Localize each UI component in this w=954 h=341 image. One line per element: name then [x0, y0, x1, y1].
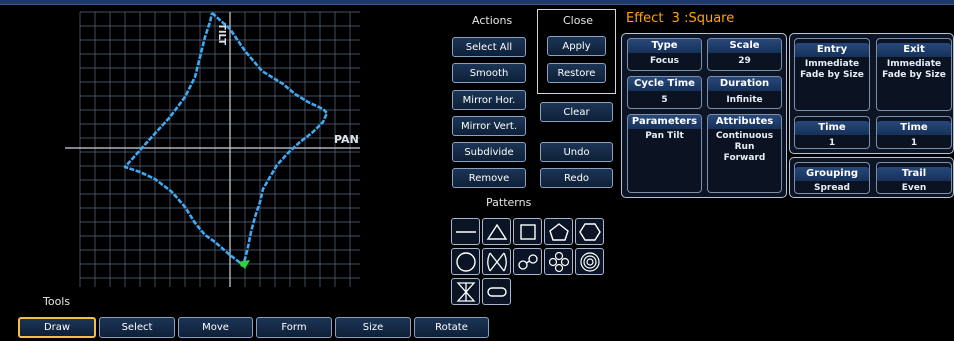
- entry-time-label: Time: [795, 121, 869, 135]
- form-tool-button[interactable]: Form: [256, 317, 332, 338]
- close-heading: Close: [563, 14, 593, 27]
- pan-axis-label: PAN: [334, 133, 359, 146]
- scale-cell[interactable]: Scale 29: [707, 38, 782, 71]
- exit-time-value: 1: [910, 138, 918, 148]
- cycle-time-label: Cycle Time: [628, 77, 701, 91]
- attributes-value-forward: Forward: [723, 153, 766, 163]
- entry-cell[interactable]: Entry Immediate Fade by Size: [794, 38, 870, 111]
- clear-button[interactable]: Clear: [540, 102, 613, 122]
- subdivide-button[interactable]: Subdivide: [452, 142, 526, 162]
- effect-title: Effect 3 :Square: [626, 11, 735, 26]
- entry-line2: Fade by Size: [800, 70, 864, 80]
- exit-cell[interactable]: Exit Immediate Fade by Size: [876, 38, 952, 111]
- remove-button[interactable]: Remove: [452, 168, 526, 188]
- parameters-cell[interactable]: Parameters Pan Tilt: [627, 114, 702, 193]
- select-all-button[interactable]: Select All: [452, 37, 526, 57]
- trail-value: Even: [901, 183, 927, 193]
- grouping-label: Grouping: [795, 167, 869, 181]
- attributes-cell[interactable]: Attributes Continuous Run Forward: [707, 114, 782, 193]
- parameters-label: Parameters: [628, 115, 701, 129]
- duration-value: Infinite: [726, 95, 763, 105]
- trail-cell[interactable]: Trail Even: [876, 162, 952, 194]
- exit-line2: Fade by Size: [882, 70, 946, 80]
- grouping-value: Spread: [814, 183, 850, 193]
- redo-button[interactable]: Redo: [540, 168, 613, 188]
- exit-time-cell[interactable]: Time 1: [876, 116, 952, 149]
- bow-tie-pattern-icon[interactable]: [513, 248, 542, 275]
- attributes-value-run: Run: [734, 142, 755, 152]
- type-value: Focus: [649, 56, 680, 66]
- hourglass-pattern-icon[interactable]: [451, 278, 480, 305]
- patterns-heading: Patterns: [486, 196, 532, 209]
- size-tool-button[interactable]: Size: [335, 317, 411, 338]
- actions-heading: Actions: [472, 14, 513, 27]
- trail-label: Trail: [877, 167, 951, 181]
- duration-cell[interactable]: Duration Infinite: [707, 76, 782, 109]
- circle-pattern-icon[interactable]: [451, 248, 480, 275]
- draw-tool-button[interactable]: Draw: [18, 317, 96, 338]
- attributes-value-continuous: Continuous: [715, 131, 774, 141]
- undo-button[interactable]: Undo: [540, 142, 613, 162]
- smooth-button[interactable]: Smooth: [452, 63, 526, 83]
- entry-time-value: 1: [828, 138, 836, 148]
- exit-time-label: Time: [877, 121, 951, 135]
- triangle-pattern-icon[interactable]: [482, 218, 511, 245]
- hexagon-pattern-icon[interactable]: [575, 218, 604, 245]
- select-tool-button[interactable]: Select: [99, 317, 175, 338]
- top-accent-line: [0, 4, 954, 5]
- entry-line1: Immediate: [804, 59, 860, 69]
- pentagon-pattern-icon[interactable]: [544, 218, 573, 245]
- apply-button[interactable]: Apply: [547, 36, 606, 56]
- entry-time-cell[interactable]: Time 1: [794, 116, 870, 149]
- exit-label: Exit: [877, 43, 951, 57]
- square-pattern-icon[interactable]: [513, 218, 542, 245]
- mirror-horizontal-button[interactable]: Mirror Hor.: [452, 90, 526, 110]
- scale-label: Scale: [708, 39, 781, 53]
- restore-button[interactable]: Restore: [547, 63, 606, 83]
- effect-drawing-canvas[interactable]: PAN TILT: [55, 7, 415, 292]
- four-leaf-pattern-icon[interactable]: [544, 248, 573, 275]
- duration-label: Duration: [708, 77, 781, 91]
- cycle-time-cell[interactable]: Cycle Time 5: [627, 76, 702, 109]
- tools-heading: Tools: [43, 295, 71, 308]
- type-label: Type: [628, 39, 701, 53]
- attributes-label: Attributes: [708, 115, 781, 129]
- move-tool-button[interactable]: Move: [178, 317, 253, 338]
- entry-label: Entry: [795, 43, 869, 57]
- mirror-vertical-button[interactable]: Mirror Vert.: [452, 116, 526, 136]
- infinity-pattern-icon[interactable]: [482, 278, 511, 305]
- figure-eight-pattern-icon[interactable]: [482, 248, 511, 275]
- tilt-axis-label: TILT: [216, 23, 227, 45]
- type-cell[interactable]: Type Focus: [627, 38, 702, 71]
- rotate-tool-button[interactable]: Rotate: [414, 317, 489, 338]
- line-pattern-icon[interactable]: [451, 218, 480, 245]
- grouping-cell[interactable]: Grouping Spread: [794, 162, 870, 194]
- scale-value: 29: [738, 56, 751, 66]
- exit-line1: Immediate: [886, 59, 942, 69]
- cycle-time-value: 5: [661, 95, 668, 105]
- spiral-pattern-icon[interactable]: [575, 248, 604, 275]
- parameters-value: Pan Tilt: [645, 131, 684, 141]
